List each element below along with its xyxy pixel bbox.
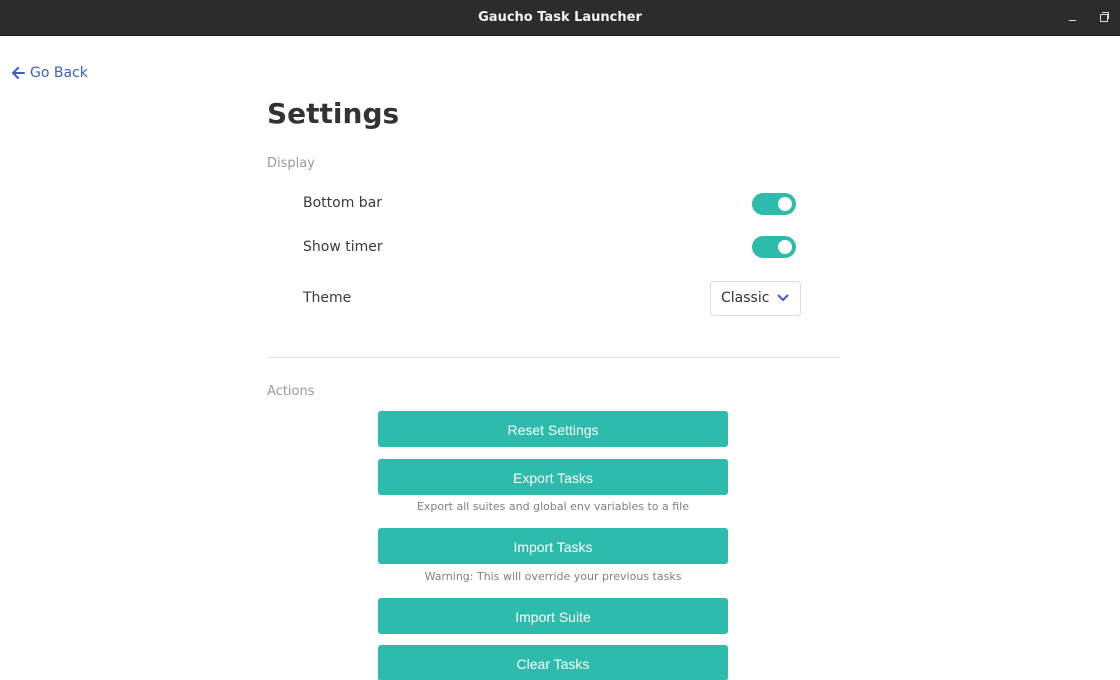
show-timer-toggle[interactable] bbox=[752, 236, 796, 258]
go-back-link[interactable]: Go Back bbox=[12, 62, 88, 84]
theme-label: Theme bbox=[303, 290, 352, 306]
export-tasks-button[interactable]: Export Tasks bbox=[378, 459, 728, 495]
app-window: Gaucho Task Launcher Go Back Settings Di… bbox=[0, 0, 1120, 680]
toggle-knob bbox=[778, 240, 792, 254]
theme-select[interactable]: Classic bbox=[710, 281, 801, 316]
chevron-down-icon bbox=[777, 294, 789, 301]
clear-tasks-button[interactable]: Clear Tasks bbox=[378, 645, 728, 680]
toggle-knob bbox=[778, 197, 792, 211]
minimize-icon bbox=[1069, 20, 1076, 21]
import-warning: Warning: This will override your previou… bbox=[424, 570, 682, 583]
window-title: Gaucho Task Launcher bbox=[478, 10, 642, 25]
import-tasks-button[interactable]: Import Tasks bbox=[378, 528, 728, 564]
actions-section-label: Actions bbox=[267, 384, 315, 399]
maximize-button[interactable] bbox=[1096, 10, 1112, 26]
bottom-bar-toggle[interactable] bbox=[752, 193, 796, 215]
export-hint: Export all suites and global env variabl… bbox=[416, 500, 690, 513]
section-divider bbox=[267, 357, 840, 358]
title-bar: Gaucho Task Launcher bbox=[0, 0, 1120, 36]
show-timer-label: Show timer bbox=[303, 239, 383, 255]
go-back-label: Go Back bbox=[30, 65, 88, 81]
theme-select-value: Classic bbox=[721, 290, 770, 306]
display-section-label: Display bbox=[267, 156, 315, 171]
reset-settings-button[interactable]: Reset Settings bbox=[378, 411, 728, 447]
page-title: Settings bbox=[267, 97, 400, 130]
minimize-button[interactable] bbox=[1065, 10, 1081, 26]
arrow-left-icon bbox=[12, 67, 25, 79]
bottom-bar-label: Bottom bar bbox=[303, 195, 383, 211]
restore-icon bbox=[1100, 14, 1108, 22]
import-suite-button[interactable]: Import Suite bbox=[378, 598, 728, 634]
